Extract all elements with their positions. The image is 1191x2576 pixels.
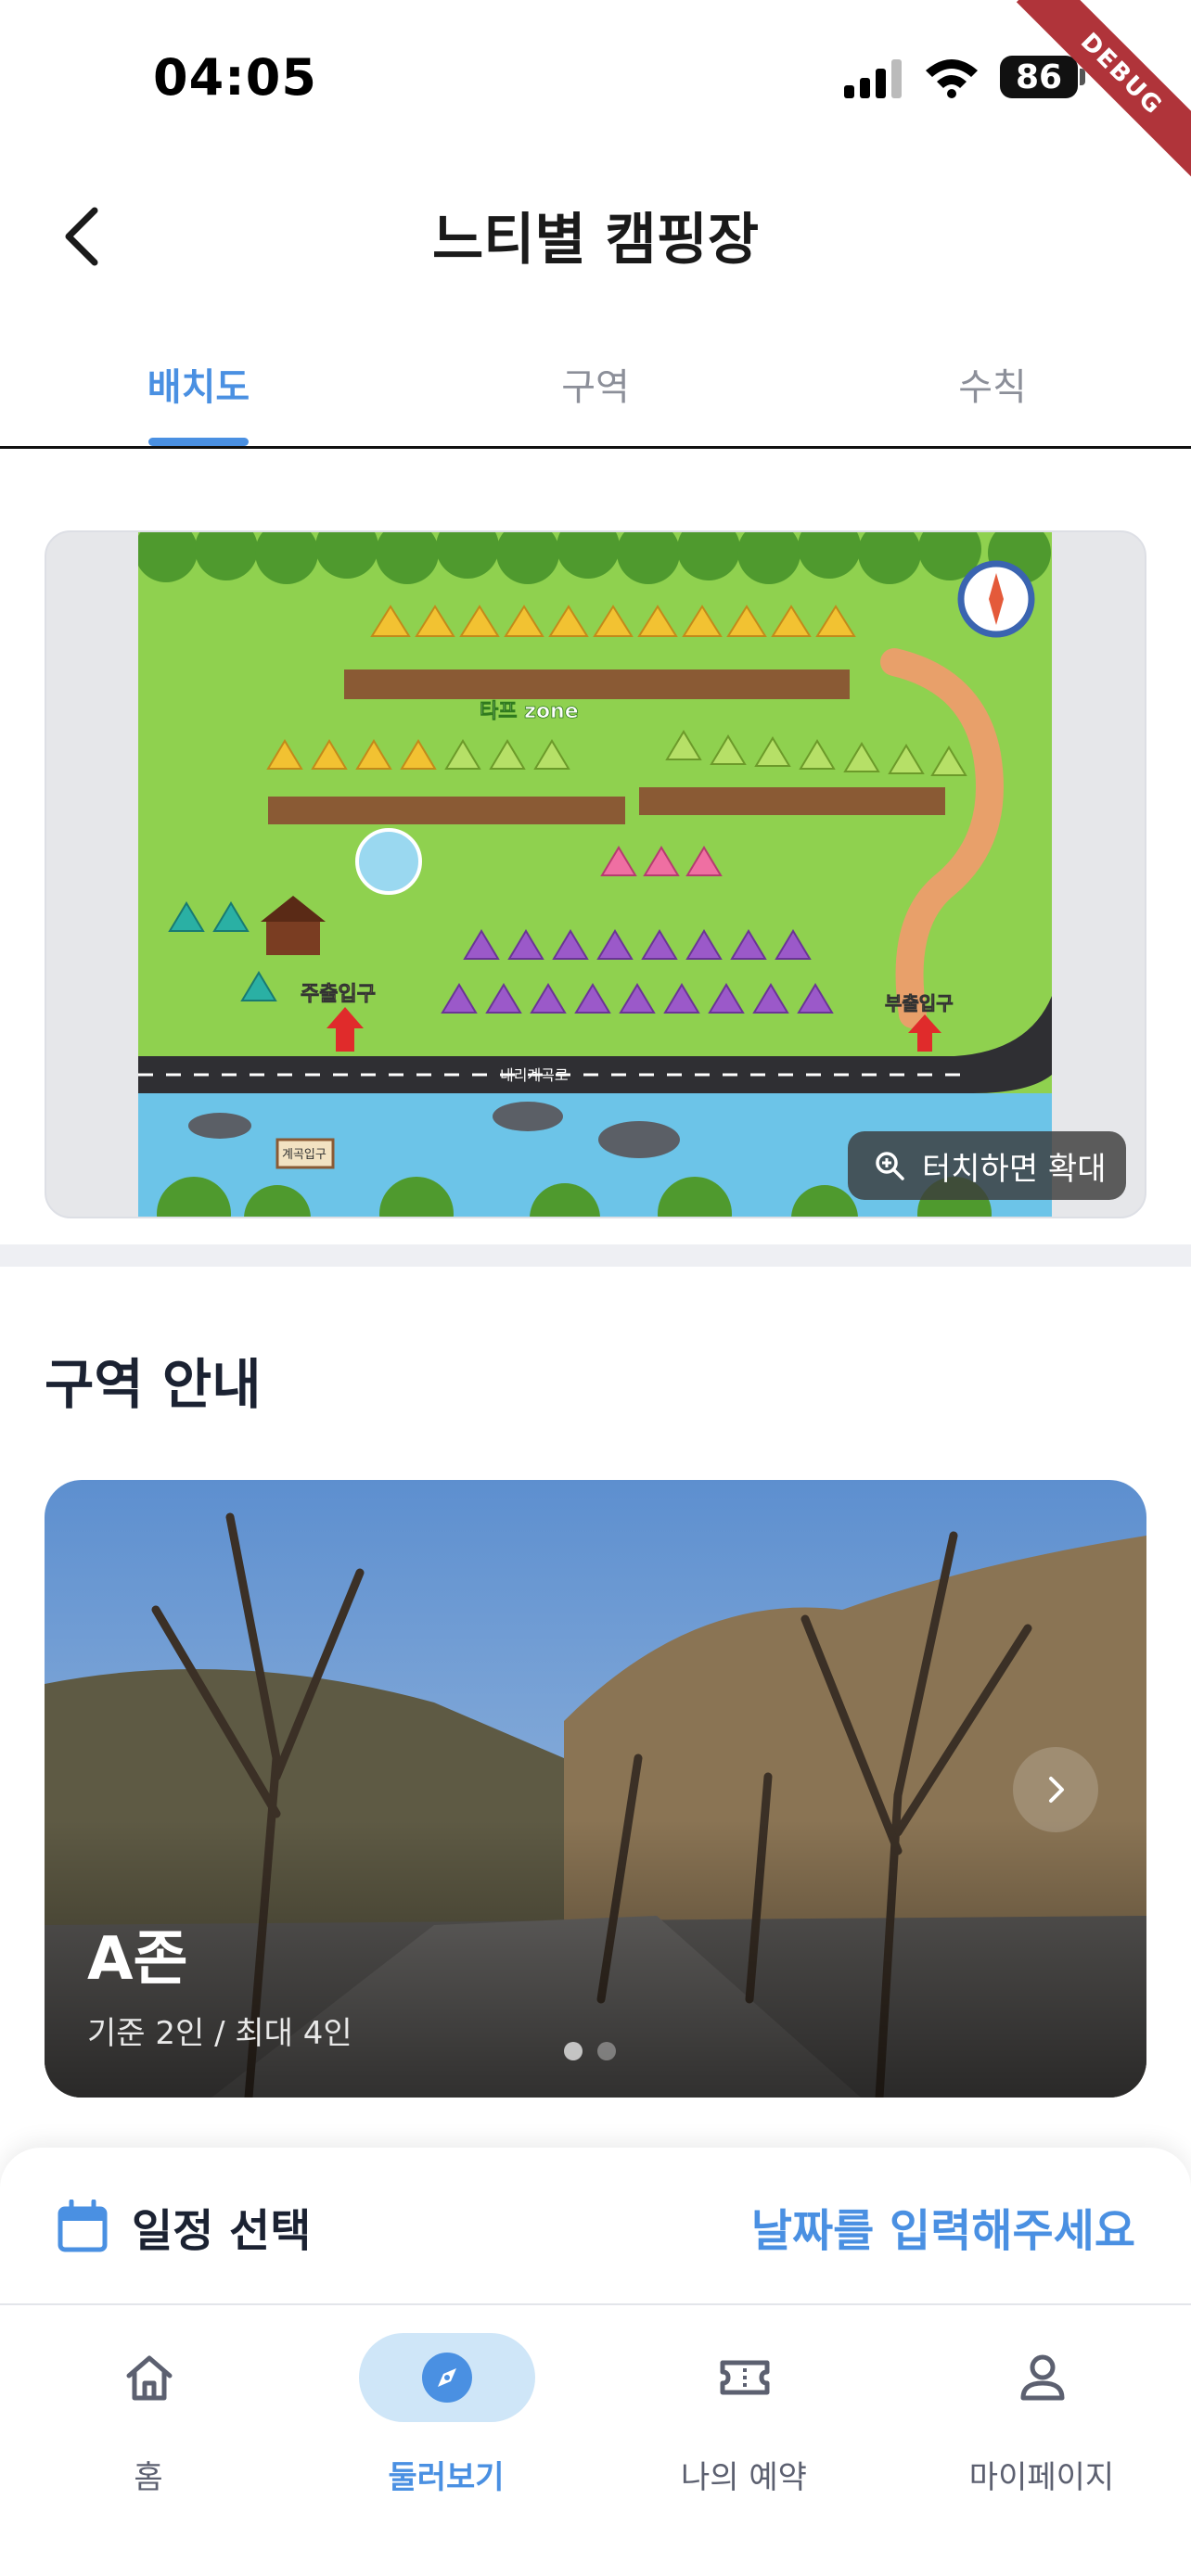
ticket-icon xyxy=(720,2360,770,2395)
main-entrance-label: 주출입구 xyxy=(301,983,376,1006)
calendar-icon xyxy=(58,2200,108,2252)
bottom-navigation: 홈 둘러보기 나의 예약 마이페이지 xyxy=(0,2303,1191,2576)
sub-entrance-label: 부출입구 xyxy=(885,992,954,1014)
tab-bar: 배치도 구역 수칙 xyxy=(0,334,1191,449)
carousel-next-button[interactable] xyxy=(1013,1747,1098,1832)
battery-indicator: 86 xyxy=(1000,56,1078,98)
date-input[interactable]: 날짜를 입력해주세요 xyxy=(751,2194,1135,2259)
nav-explore-label: 둘러보기 xyxy=(388,2459,505,2496)
tarp-zone-label: 타프 zone xyxy=(480,700,579,723)
tab-layout[interactable]: 배치도 xyxy=(59,357,338,411)
valley-entrance-label: 계곡입구 xyxy=(282,1148,327,1162)
zone-photo: A존 기준 2인 / 최대 4인 xyxy=(45,1480,1146,2098)
nav-my-reservations[interactable]: 나의 예약 xyxy=(596,2333,892,2509)
schedule-selector[interactable]: 일정 선택 날짜를 입력해주세요 xyxy=(0,2148,1191,2305)
status-bar: 04:05 86 DEBUG xyxy=(0,0,1191,180)
nav-home-label: 홈 xyxy=(134,2459,163,2496)
zone-section-heading: 구역 안내 xyxy=(45,1353,262,1416)
campsite-map-card[interactable]: 주출입구 부출입구 타프 zone 내리계곡로 계곡입구 터치하면 확대 xyxy=(45,530,1146,1218)
zone-capacity: 기준 2인 / 최대 4인 xyxy=(87,2015,352,2052)
person-icon xyxy=(1020,2354,1065,2401)
nav-home[interactable]: 홈 xyxy=(0,2333,297,2509)
zone-carousel[interactable]: A존 기준 2인 / 최대 4인 xyxy=(45,1480,1146,2098)
schedule-label: 일정 선택 xyxy=(132,2205,312,2257)
zoom-in-icon xyxy=(876,1152,904,1180)
battery-cap xyxy=(1080,69,1085,85)
cellular-signal-icon xyxy=(844,59,902,98)
carousel-dots xyxy=(564,2042,616,2060)
campsite-map[interactable]: 주출입구 부출입구 타프 zone 내리계곡로 계곡입구 xyxy=(138,532,1052,1218)
chevron-right-icon xyxy=(1049,1777,1064,1803)
zone-name: A존 xyxy=(87,1925,187,1994)
tab-zones[interactable]: 구역 xyxy=(456,357,735,411)
nav-my-reservations-label: 나의 예약 xyxy=(681,2459,807,2496)
section-divider xyxy=(0,1244,1191,1267)
battery-level: 86 xyxy=(1015,57,1063,96)
nav-explore[interactable]: 둘러보기 xyxy=(298,2333,595,2509)
nav-my-page-label: 마이페이지 xyxy=(968,2459,1115,2496)
app-header: 느티별 캠핑장 xyxy=(0,176,1191,297)
compass-icon xyxy=(422,2353,472,2403)
status-time: 04:05 xyxy=(153,48,317,107)
zoom-hint[interactable]: 터치하면 확대 xyxy=(848,1131,1126,1200)
carousel-dot[interactable] xyxy=(597,2042,616,2060)
road-label: 내리계곡로 xyxy=(500,1066,569,1084)
nav-my-page[interactable]: 마이페이지 xyxy=(893,2333,1190,2509)
tab-rules[interactable]: 수칙 xyxy=(853,357,1132,411)
page-title: 느티별 캠핑장 xyxy=(431,208,760,273)
wifi-icon xyxy=(926,59,978,98)
carousel-dot-active[interactable] xyxy=(564,2042,583,2060)
zoom-hint-label: 터치하면 확대 xyxy=(922,1150,1107,1188)
active-tab-indicator xyxy=(148,438,249,446)
home-icon xyxy=(126,2355,173,2401)
